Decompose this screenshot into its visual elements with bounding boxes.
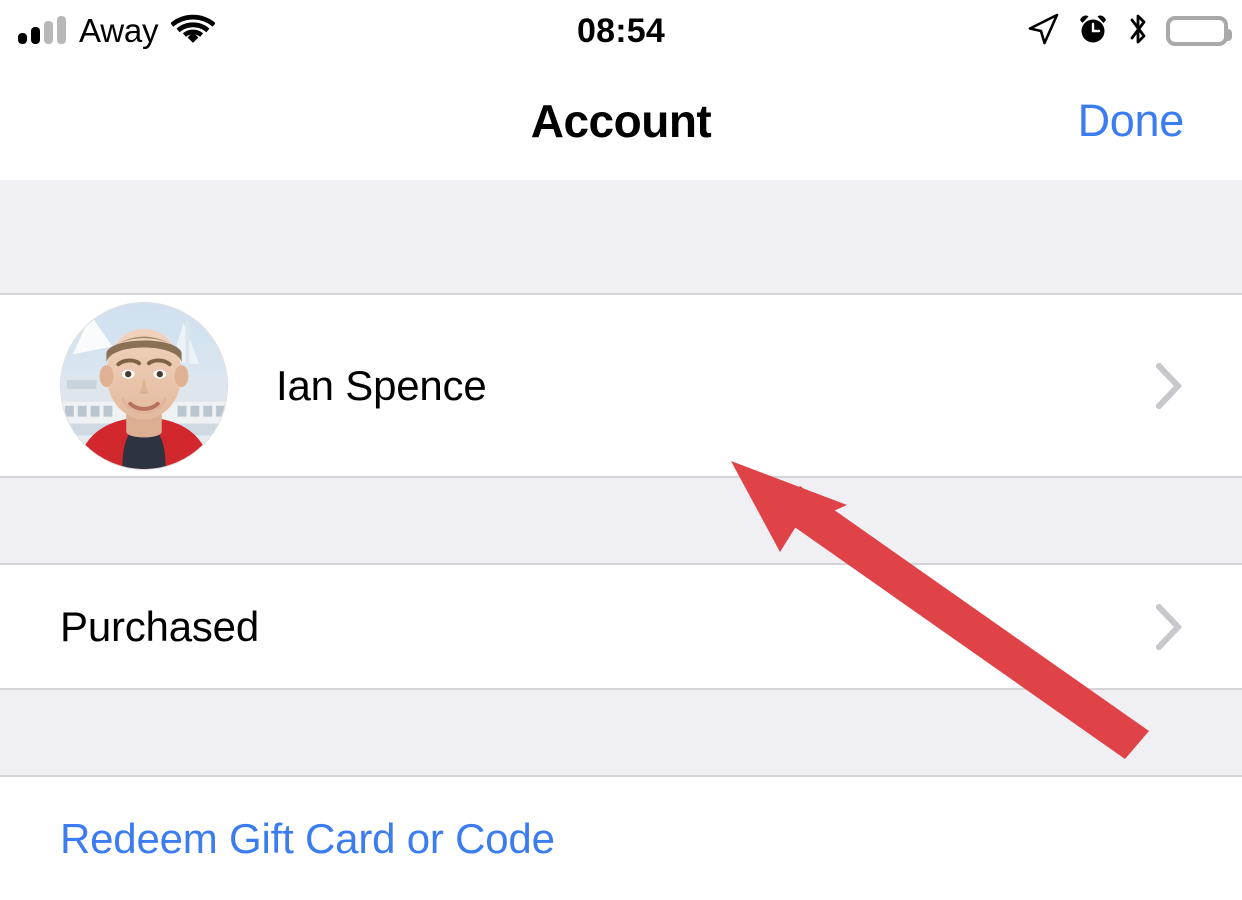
section-gap-top bbox=[0, 180, 1242, 293]
carrier-label: Away bbox=[79, 11, 159, 49]
account-profile-row[interactable]: Ian Spence bbox=[0, 293, 1242, 478]
purchased-row[interactable]: Purchased bbox=[0, 563, 1242, 690]
purchased-row-label: Purchased bbox=[60, 602, 259, 650]
alarm-clock-icon bbox=[1076, 12, 1110, 51]
battery-full-icon bbox=[1166, 16, 1232, 46]
section-gap-2 bbox=[0, 690, 1242, 775]
navigation-bar: Account Done bbox=[0, 62, 1242, 180]
account-table-view: Ian Spence Purchased Redeem Gift Card or… bbox=[0, 180, 1242, 900]
section-gap-1 bbox=[0, 478, 1242, 563]
account-profile-name: Ian Spence bbox=[276, 361, 487, 409]
avatar bbox=[60, 301, 228, 470]
wifi-icon bbox=[170, 13, 216, 50]
bluetooth-icon bbox=[1126, 11, 1150, 52]
clock-label: 08:54 bbox=[577, 11, 665, 50]
redeem-gift-card-row[interactable]: Redeem Gift Card or Code bbox=[0, 775, 1242, 900]
signal-bars-icon bbox=[18, 16, 66, 44]
status-bar: Away 08:54 bbox=[0, 0, 1242, 62]
redeem-gift-card-label: Redeem Gift Card or Code bbox=[60, 814, 555, 862]
location-arrow-icon bbox=[1026, 12, 1060, 51]
chevron-right-icon bbox=[1156, 362, 1182, 409]
status-bar-left: Away bbox=[18, 0, 216, 62]
iphone-screen: Away 08:54 Account Done Ian Spence Purch… bbox=[0, 0, 1242, 900]
chevron-right-icon bbox=[1156, 603, 1182, 650]
status-bar-right bbox=[1026, 0, 1232, 62]
done-button[interactable]: Done bbox=[1078, 62, 1185, 180]
page-title: Account bbox=[530, 95, 712, 147]
